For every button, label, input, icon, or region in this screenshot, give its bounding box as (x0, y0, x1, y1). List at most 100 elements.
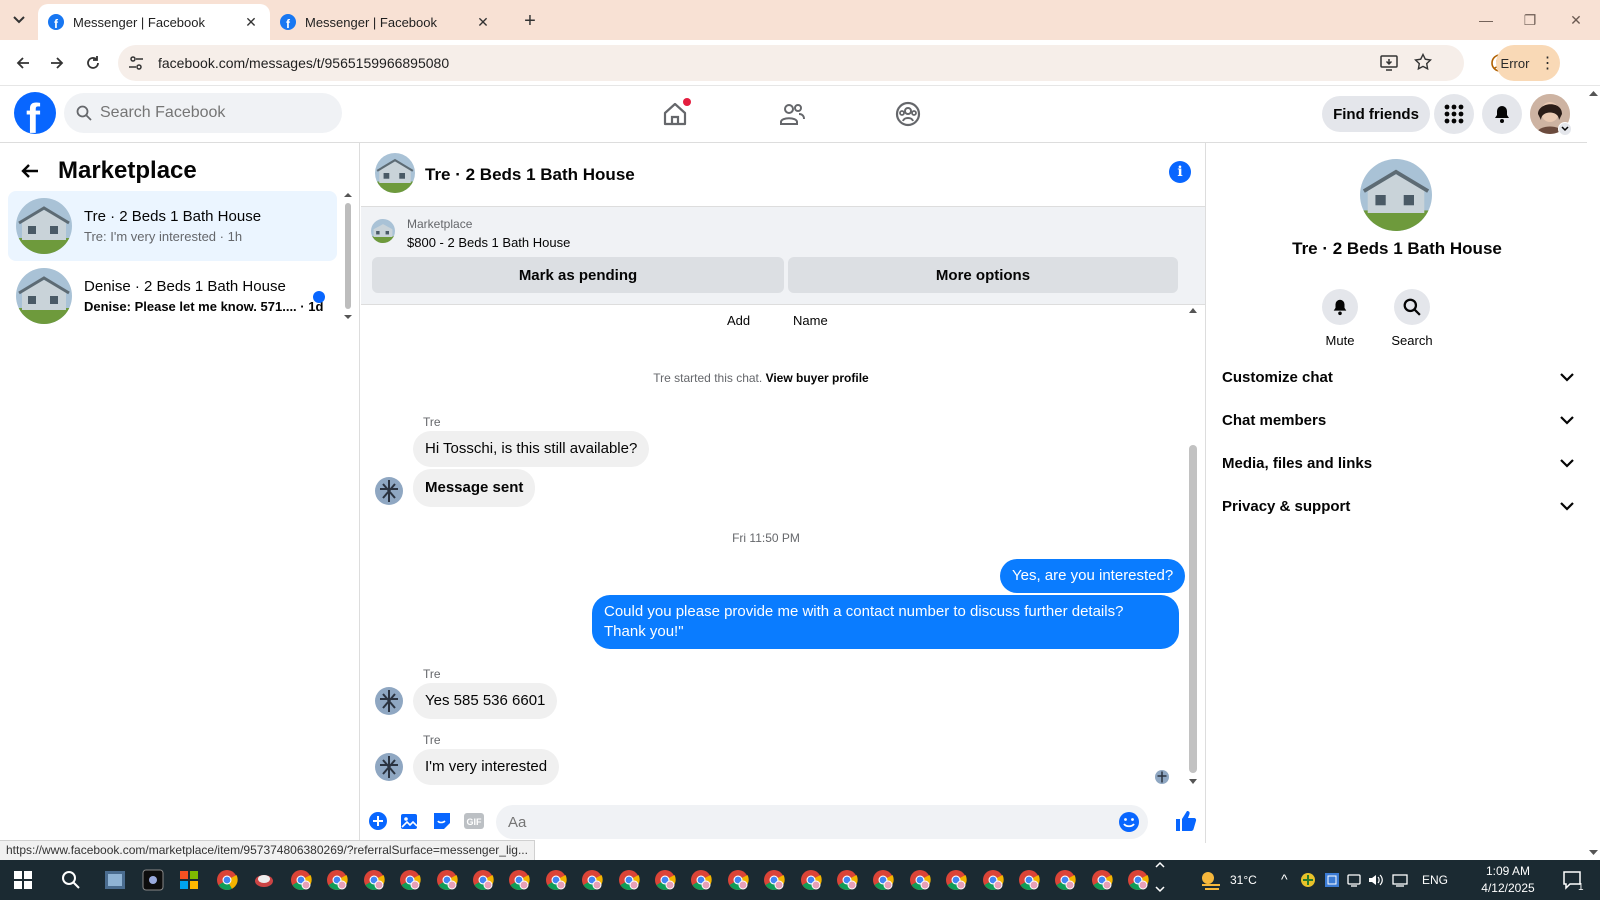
sender-avatar[interactable] (375, 477, 403, 505)
chrome-window-taskbar-icon[interactable] (759, 865, 789, 895)
view-buyer-profile-link[interactable]: View buyer profile (766, 371, 869, 385)
info-icon[interactable]: i (1169, 161, 1191, 183)
chrome-window-taskbar-icon[interactable] (359, 865, 389, 895)
mute-button[interactable]: Mute (1310, 289, 1370, 348)
outgoing-message[interactable]: Could you please provide me with a conta… (592, 595, 1179, 649)
chrome-window-taskbar-icon[interactable] (978, 865, 1008, 895)
minimize-window-icon[interactable]: — (1466, 6, 1506, 34)
tray-app-icon[interactable] (1298, 865, 1318, 895)
sender-avatar[interactable] (375, 753, 403, 781)
browser-tab[interactable]: f Messenger | Facebook ✕ (270, 4, 502, 40)
chrome-window-taskbar-icon[interactable] (723, 865, 753, 895)
details-avatar[interactable] (1360, 159, 1432, 231)
listing-price-title[interactable]: $800 - 2 Beds 1 Bath House (407, 235, 570, 250)
address-bar[interactable]: facebook.com/messages/t/9565159966895080 (118, 45, 1464, 81)
network-icon[interactable] (1390, 865, 1410, 895)
clock-date[interactable]: 4/12/2025 (1462, 881, 1554, 895)
message-input[interactable] (508, 813, 1088, 831)
chrome-window-taskbar-icon[interactable] (577, 865, 607, 895)
reload-icon[interactable] (78, 48, 108, 78)
weather-icon[interactable] (1196, 865, 1226, 895)
taskbar-app-icon[interactable] (138, 865, 168, 895)
message-thread-scrollbar[interactable] (1189, 445, 1197, 773)
find-friends-button[interactable]: Find friends (1322, 96, 1430, 132)
taskbar-app-icon[interactable] (249, 865, 279, 895)
windows-start-icon[interactable] (8, 865, 38, 895)
chrome-window-taskbar-icon[interactable] (395, 865, 425, 895)
incoming-message[interactable]: Hi Tosschi, is this still available? (413, 431, 650, 467)
bookmark-star-icon[interactable] (1414, 53, 1432, 71)
emoji-icon[interactable] (1118, 811, 1140, 833)
back-arrow-icon[interactable] (20, 161, 40, 181)
listing-thumbnail[interactable] (371, 219, 395, 243)
scroll-up-arrow-icon[interactable] (1189, 307, 1197, 313)
home-icon[interactable] (655, 94, 695, 134)
close-tab-icon[interactable]: ✕ (474, 13, 492, 31)
search-conversation-button[interactable]: Search (1382, 289, 1442, 348)
page-scrollbar[interactable] (1587, 86, 1600, 860)
conversation-list-scrollbar[interactable] (344, 191, 352, 319)
back-arrow-icon[interactable] (8, 48, 38, 78)
chrome-window-taskbar-icon[interactable] (1123, 865, 1153, 895)
taskbar-search-icon[interactable] (56, 865, 86, 895)
browser-tab-active[interactable]: f Messenger | Facebook ✕ (38, 4, 270, 40)
new-tab-plus-icon[interactable]: + (518, 9, 542, 33)
sender-avatar[interactable] (375, 687, 403, 715)
restore-window-icon[interactable]: ❐ (1510, 6, 1550, 34)
chrome-window-taskbar-icon[interactable] (1014, 865, 1044, 895)
show-hidden-icons-chevron-icon[interactable]: ^ (1281, 871, 1288, 887)
sticker-icon[interactable] (431, 810, 453, 832)
site-settings-icon[interactable] (128, 55, 144, 71)
chrome-window-taskbar-icon[interactable] (468, 865, 498, 895)
install-app-icon[interactable] (1380, 54, 1398, 72)
chat-members-section[interactable]: Chat members (1222, 400, 1574, 440)
thumbs-up-like-icon[interactable] (1173, 808, 1199, 834)
media-files-links-section[interactable]: Media, files and links (1222, 443, 1574, 483)
customize-chat-section[interactable]: Customize chat (1222, 357, 1574, 397)
incoming-message[interactable]: Yes 585 536 6601 (413, 683, 558, 719)
close-window-icon[interactable]: ✕ (1556, 6, 1596, 34)
notifications-bell-icon[interactable] (1482, 94, 1522, 134)
task-view-app-icon[interactable] (100, 865, 130, 895)
facebook-search-box[interactable] (64, 93, 342, 133)
privacy-support-section[interactable]: Privacy & support (1222, 486, 1574, 526)
chrome-window-taskbar-icon[interactable] (1087, 865, 1117, 895)
clock-time[interactable]: 1:09 AM (1468, 864, 1548, 878)
chrome-window-taskbar-icon[interactable] (1050, 865, 1080, 895)
chrome-window-taskbar-icon[interactable] (796, 865, 826, 895)
taskbar-overflow-arrows-icon[interactable] (1150, 861, 1170, 893)
account-chevron-icon[interactable] (1558, 122, 1572, 136)
input-language[interactable]: ENG (1422, 873, 1448, 887)
friends-icon[interactable] (772, 94, 812, 134)
chrome-window-taskbar-icon[interactable] (686, 865, 716, 895)
chat-avatar[interactable] (375, 153, 415, 193)
chat-title[interactable]: Tre · 2 Beds 1 Bath House (425, 165, 635, 185)
facebook-logo-icon[interactable]: f (14, 92, 56, 134)
forward-arrow-icon[interactable] (42, 48, 72, 78)
chrome-window-taskbar-icon[interactable] (504, 865, 534, 895)
tray-app-icon[interactable] (1344, 865, 1364, 895)
groups-icon[interactable] (888, 94, 928, 134)
incoming-message[interactable]: Message sent (413, 469, 536, 507)
chrome-window-taskbar-icon[interactable] (541, 865, 571, 895)
facebook-search-input[interactable] (100, 104, 320, 122)
scroll-down-arrow-icon[interactable] (1189, 779, 1197, 785)
outgoing-message[interactable]: Yes, are you interested? (1000, 559, 1186, 593)
more-options-button[interactable]: More options (788, 257, 1178, 293)
tab-search-chevron-icon[interactable] (6, 7, 32, 33)
profile-error-button[interactable]: Error ⋮ (1496, 45, 1560, 81)
chrome-window-taskbar-icon[interactable] (650, 865, 680, 895)
message-input-box[interactable] (496, 805, 1148, 839)
add-plus-icon[interactable] (367, 810, 389, 832)
chrome-window-taskbar-icon[interactable] (614, 865, 644, 895)
close-tab-icon[interactable]: ✕ (242, 13, 260, 31)
chrome-window-taskbar-icon[interactable] (832, 865, 862, 895)
microsoft-store-icon[interactable] (174, 865, 204, 895)
incoming-message[interactable]: I'm very interested (413, 749, 560, 785)
chrome-window-taskbar-icon[interactable] (868, 865, 898, 895)
chrome-window-taskbar-icon[interactable] (286, 865, 316, 895)
tray-app-icon[interactable] (1322, 865, 1342, 895)
gif-icon[interactable]: GIF (463, 810, 485, 832)
photo-gallery-icon[interactable] (399, 810, 421, 832)
chrome-window-taskbar-icon[interactable] (432, 865, 462, 895)
